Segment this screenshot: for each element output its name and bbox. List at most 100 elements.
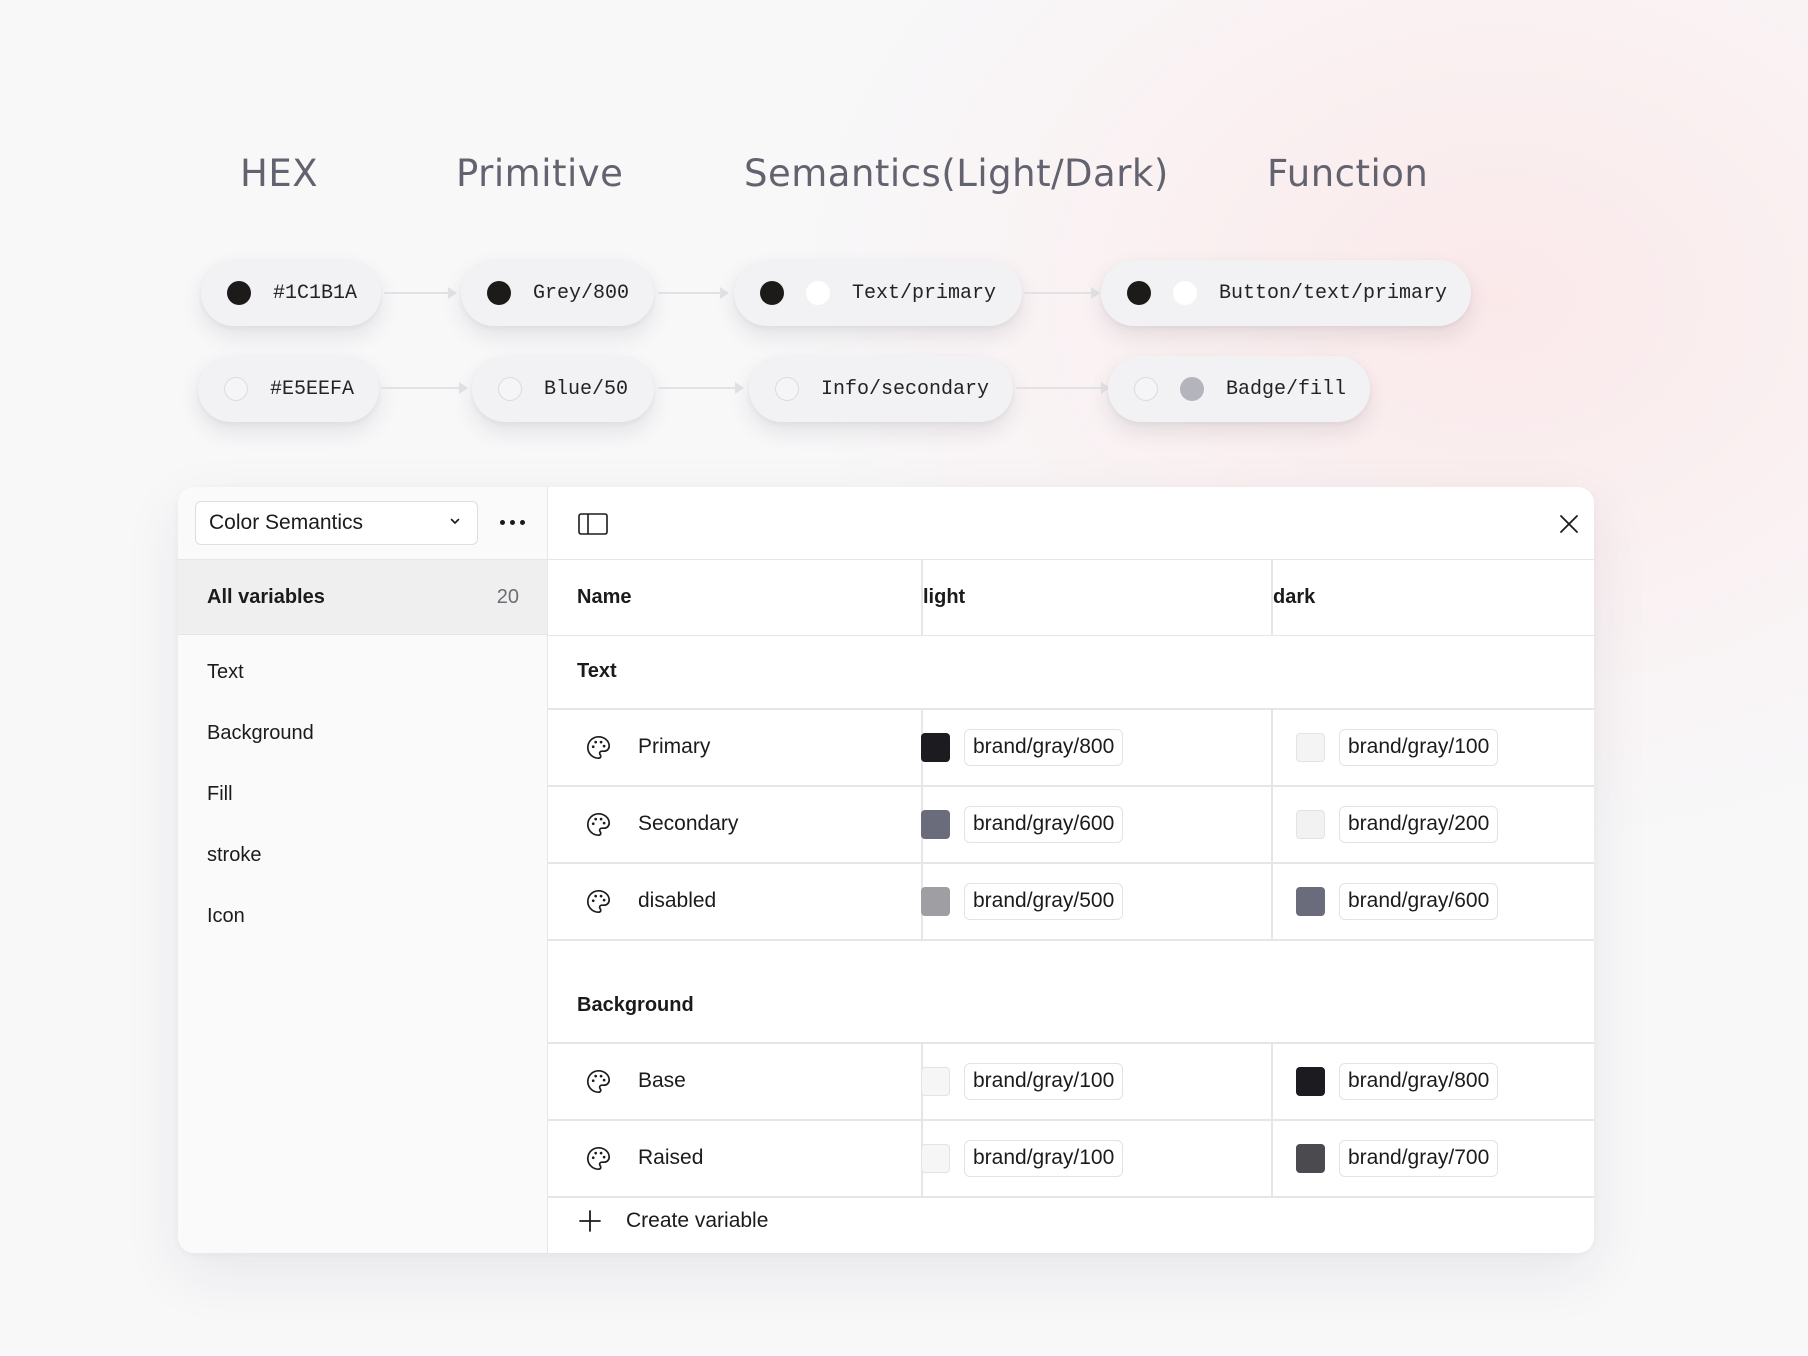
table-row[interactable]: Primary brand/gray/800 brand/gray/100 [548, 709, 1594, 785]
primitive-name: Grey/800 [533, 281, 630, 305]
more-options-button[interactable] [492, 504, 532, 540]
row-divider [548, 939, 1594, 941]
alias-tag: brand/gray/600 [1339, 882, 1499, 920]
all-variables-item[interactable]: All variables 20 [178, 560, 547, 635]
table-row[interactable]: Raised brand/gray/100 brand/gray/700 [548, 1120, 1594, 1196]
light-value[interactable]: brand/gray/100 [921, 1120, 1124, 1196]
light-value[interactable]: brand/gray/800 [921, 709, 1124, 785]
primitive-token-blue: Blue/50 [472, 356, 654, 422]
collection-select[interactable]: Color Semantics [195, 501, 478, 545]
column-header-name: Name [577, 586, 632, 608]
row-divider [548, 1196, 1594, 1198]
color-dot [227, 281, 251, 305]
palette-icon [587, 1146, 611, 1171]
variable-name: Secondary [638, 812, 739, 835]
variables-table: Name light dark Text Primary brand/gray/… [548, 487, 1594, 1253]
color-swatch [1296, 732, 1325, 762]
palette-icon [587, 735, 611, 760]
palette-icon [587, 889, 611, 914]
dark-value[interactable]: brand/gray/100 [1296, 709, 1499, 785]
plus-icon [579, 1210, 601, 1232]
variable-name: Base [638, 1069, 686, 1092]
more-dot [519, 519, 525, 525]
color-swatch [1296, 886, 1325, 916]
close-icon[interactable] [1556, 511, 1582, 537]
hex-token-light: #E5EEFA [198, 356, 379, 422]
alias-tag: brand/gray/100 [1339, 728, 1499, 766]
dark-value[interactable]: brand/gray/600 [1296, 863, 1499, 939]
color-swatch [921, 732, 950, 762]
color-swatch [921, 1143, 950, 1173]
column-divider [1271, 560, 1273, 636]
dark-color-dot [1173, 281, 1197, 305]
group-title-text: Text [577, 660, 617, 682]
all-variables-label: All variables [207, 585, 325, 608]
variable-name: Primary [638, 735, 711, 758]
light-value[interactable]: brand/gray/100 [921, 1043, 1124, 1119]
panel-toolbar [548, 487, 1594, 560]
semantic-token-text-primary: Text/primary [734, 260, 1022, 326]
heading-function: Function [1267, 152, 1429, 195]
arrow-icon [1016, 382, 1110, 394]
light-value[interactable]: brand/gray/500 [921, 863, 1124, 939]
dark-value[interactable]: brand/gray/200 [1296, 786, 1499, 862]
palette-icon [587, 812, 611, 837]
color-swatch [1296, 1143, 1325, 1173]
color-dot [224, 377, 248, 401]
hex-value: #E5EEFA [270, 377, 355, 401]
table-row[interactable]: disabled brand/gray/500 brand/gray/600 [548, 863, 1594, 939]
heading-hex: HEX [240, 152, 319, 195]
more-dot [509, 519, 515, 525]
light-value[interactable]: brand/gray/600 [921, 786, 1124, 862]
alias-tag: brand/gray/800 [964, 728, 1124, 766]
column-divider [921, 560, 923, 636]
arrow-icon [381, 382, 468, 394]
arrow-icon [384, 287, 457, 299]
arrow-icon [658, 287, 729, 299]
table-row[interactable]: Base brand/gray/100 brand/gray/800 [548, 1043, 1594, 1119]
light-color-dot [1134, 377, 1158, 401]
alias-tag: brand/gray/100 [964, 1139, 1124, 1177]
color-swatch [1296, 1066, 1325, 1096]
more-horizontal-icon [499, 519, 505, 525]
heading-primitive: Primitive [456, 152, 624, 195]
dark-color-dot [1180, 377, 1204, 401]
sidebar-item-icon[interactable]: Icon [207, 905, 245, 928]
sidebar-item-background[interactable]: Background [207, 722, 314, 745]
variables-panel: Color Semantics All variables 20 Name li… [178, 487, 1594, 1253]
light-color-dot [760, 281, 784, 305]
color-dot [487, 281, 511, 305]
color-swatch [921, 1066, 950, 1096]
sidebar-item-text[interactable]: Text [207, 661, 244, 684]
variables-sidebar: Color Semantics All variables 20 [178, 487, 548, 1253]
alias-tag: brand/gray/100 [964, 1062, 1124, 1100]
group-title-background: Background [577, 994, 694, 1016]
semantic-name: Info/secondary [821, 377, 990, 401]
sidebar-toggle-icon[interactable] [578, 513, 608, 535]
alias-tag: brand/gray/200 [1339, 805, 1499, 843]
alias-tag: brand/gray/700 [1339, 1139, 1499, 1177]
alias-tag: brand/gray/800 [1339, 1062, 1499, 1100]
function-name: Button/text/primary [1219, 281, 1448, 305]
column-header-light: light [923, 586, 966, 608]
sidebar-item-fill[interactable]: Fill [207, 783, 233, 806]
sidebar-item-stroke[interactable]: stroke [207, 844, 261, 867]
dark-value[interactable]: brand/gray/700 [1296, 1120, 1499, 1196]
function-token-button: Button/text/primary [1101, 260, 1471, 326]
primitive-name: Blue/50 [544, 377, 629, 401]
hex-token-dark: #1C1B1A [201, 260, 381, 326]
dark-value[interactable]: brand/gray/800 [1296, 1043, 1499, 1119]
color-swatch [921, 809, 950, 839]
variable-name: Raised [638, 1146, 704, 1169]
function-token-badge: Badge/fill [1108, 356, 1370, 422]
create-variable-label: Create variable [626, 1209, 769, 1232]
collection-select-value: Color Semantics [209, 511, 364, 534]
table-row[interactable]: Secondary brand/gray/600 brand/gray/200 [548, 786, 1594, 862]
semantic-token-info-secondary: Info/secondary [749, 356, 1013, 422]
alias-tag: brand/gray/600 [964, 805, 1124, 843]
all-variables-count: 20 [496, 585, 519, 608]
heading-semantics: Semantics(Light/Dark) [744, 152, 1169, 195]
palette-icon [587, 1069, 611, 1094]
alias-tag: brand/gray/500 [964, 882, 1124, 920]
create-variable-button[interactable]: Create variable [578, 1209, 768, 1233]
